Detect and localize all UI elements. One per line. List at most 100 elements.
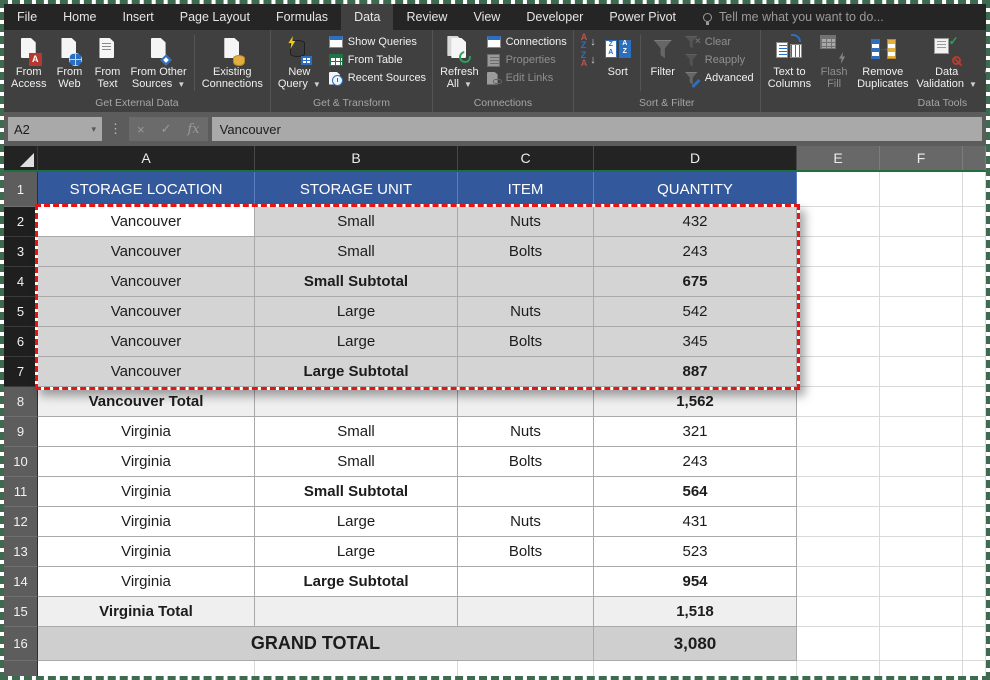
cell-c12[interactable]: Nuts xyxy=(458,507,594,537)
cell-empty[interactable] xyxy=(458,661,594,676)
cell-empty[interactable] xyxy=(255,661,458,676)
cell-d10[interactable]: 243 xyxy=(594,447,797,477)
cell-empty[interactable] xyxy=(797,477,880,507)
cell-c6[interactable]: Bolts xyxy=(458,327,594,357)
cell-empty[interactable] xyxy=(797,417,880,447)
cell-c5[interactable]: Nuts xyxy=(458,297,594,327)
tell-me-box[interactable]: Tell me what you want to do... xyxy=(689,4,884,30)
cell-empty[interactable] xyxy=(880,477,963,507)
cell-empty[interactable] xyxy=(963,327,986,357)
cell-empty[interactable] xyxy=(797,237,880,267)
cell-a9[interactable]: Virginia xyxy=(38,417,255,447)
cell-b4[interactable]: Small Subtotal xyxy=(255,267,458,297)
cell-c15[interactable] xyxy=(458,597,594,627)
cell-empty[interactable] xyxy=(880,387,963,417)
cell-c7[interactable] xyxy=(458,357,594,387)
cell-a1[interactable]: STORAGE LOCATION xyxy=(38,172,255,207)
cell-empty[interactable] xyxy=(963,507,986,537)
from-access-button[interactable]: AFromAccess xyxy=(7,32,50,90)
column-header-a[interactable]: A xyxy=(38,146,255,170)
consolidate-button[interactable]: →Consolidate xyxy=(981,32,986,78)
cell-b6[interactable]: Large xyxy=(255,327,458,357)
select-all-corner[interactable] xyxy=(4,146,38,170)
tab-view[interactable]: View xyxy=(460,4,513,30)
cell-empty[interactable] xyxy=(880,327,963,357)
row-header-11[interactable]: 11 xyxy=(4,477,38,507)
cell-d9[interactable]: 321 xyxy=(594,417,797,447)
insert-function-icon[interactable]: fx xyxy=(188,122,200,137)
cell-a14[interactable]: Virginia xyxy=(38,567,255,597)
row-header-10[interactable]: 10 xyxy=(4,447,38,477)
cell-b12[interactable]: Large xyxy=(255,507,458,537)
row-header-2[interactable]: 2 xyxy=(4,207,38,237)
new-query-button[interactable]: NewQuery ▼ xyxy=(274,32,325,91)
cell-c2[interactable]: Nuts xyxy=(458,207,594,237)
cell-empty[interactable] xyxy=(880,661,963,676)
cell-empty[interactable] xyxy=(963,297,986,327)
cell-d7[interactable]: 887 xyxy=(594,357,797,387)
cell-empty[interactable] xyxy=(797,507,880,537)
cell-d11[interactable]: 564 xyxy=(594,477,797,507)
cell-empty[interactable] xyxy=(797,297,880,327)
tab-data[interactable]: Data xyxy=(341,4,393,30)
cell-a4[interactable]: Vancouver xyxy=(38,267,255,297)
column-header-f[interactable]: F xyxy=(880,146,963,170)
cell-empty[interactable] xyxy=(797,661,880,676)
cell-a12[interactable]: Virginia xyxy=(38,507,255,537)
row-header-3[interactable]: 3 xyxy=(4,237,38,267)
cell-c14[interactable] xyxy=(458,567,594,597)
tab-insert[interactable]: Insert xyxy=(110,4,167,30)
cell-empty[interactable] xyxy=(963,661,986,676)
cell-empty[interactable] xyxy=(797,597,880,627)
tab-developer[interactable]: Developer xyxy=(513,4,596,30)
cell-empty[interactable] xyxy=(880,172,963,207)
cell-b11[interactable]: Small Subtotal xyxy=(255,477,458,507)
cell-empty[interactable] xyxy=(880,237,963,267)
formula-input[interactable]: Vancouver xyxy=(212,117,982,141)
cell-b9[interactable]: Small xyxy=(255,417,458,447)
tab-file[interactable]: File xyxy=(4,4,50,30)
from-table-button[interactable]: From Table xyxy=(325,51,429,69)
cell-d4[interactable]: 675 xyxy=(594,267,797,297)
sort-descending-button[interactable]: ZA↓ xyxy=(577,51,599,69)
cell-a6[interactable]: Vancouver xyxy=(38,327,255,357)
cell-empty[interactable] xyxy=(797,537,880,567)
cell-empty[interactable] xyxy=(963,387,986,417)
tab-formulas[interactable]: Formulas xyxy=(263,4,341,30)
row-header-6[interactable]: 6 xyxy=(4,327,38,357)
filter-button[interactable]: Filter xyxy=(644,32,682,78)
refresh-all-button[interactable]: RefreshAll ▼ xyxy=(436,32,483,91)
cell-a7[interactable]: Vancouver xyxy=(38,357,255,387)
cell-b10[interactable]: Small xyxy=(255,447,458,477)
cell-empty[interactable] xyxy=(963,447,986,477)
remove-duplicates-button[interactable]: →RemoveDuplicates xyxy=(853,32,912,90)
cell-empty[interactable] xyxy=(880,537,963,567)
cell-b1[interactable]: STORAGE UNIT xyxy=(255,172,458,207)
row-header-1[interactable]: 1 xyxy=(4,172,38,207)
cell-c4[interactable] xyxy=(458,267,594,297)
cell-empty[interactable] xyxy=(880,627,963,661)
recent-sources-button[interactable]: Recent Sources xyxy=(325,69,429,87)
cell-empty[interactable] xyxy=(797,627,880,661)
cell-empty[interactable] xyxy=(880,297,963,327)
row-header-13[interactable]: 13 xyxy=(4,537,38,567)
cell-empty[interactable] xyxy=(880,507,963,537)
cell-empty[interactable] xyxy=(797,172,880,207)
cell-c10[interactable]: Bolts xyxy=(458,447,594,477)
cell-d16[interactable]: 3,080 xyxy=(594,627,797,661)
cell-c13[interactable]: Bolts xyxy=(458,537,594,567)
sort-button[interactable]: ZAAZSort xyxy=(599,32,637,78)
cell-d3[interactable]: 243 xyxy=(594,237,797,267)
cell-empty[interactable] xyxy=(963,357,986,387)
cell-b7[interactable]: Large Subtotal xyxy=(255,357,458,387)
column-header-c[interactable]: C xyxy=(458,146,594,170)
cell-a2[interactable]: Vancouver xyxy=(38,207,255,237)
data-validation-button[interactable]: ✓DataValidation ▼ xyxy=(912,32,980,91)
connections-button[interactable]: Connections xyxy=(483,33,570,51)
row-header-12[interactable]: 12 xyxy=(4,507,38,537)
cell-empty[interactable] xyxy=(963,417,986,447)
cell-b13[interactable]: Large xyxy=(255,537,458,567)
cell-empty[interactable] xyxy=(797,357,880,387)
advanced-button[interactable]: Advanced xyxy=(682,69,757,87)
cell-empty[interactable] xyxy=(797,447,880,477)
